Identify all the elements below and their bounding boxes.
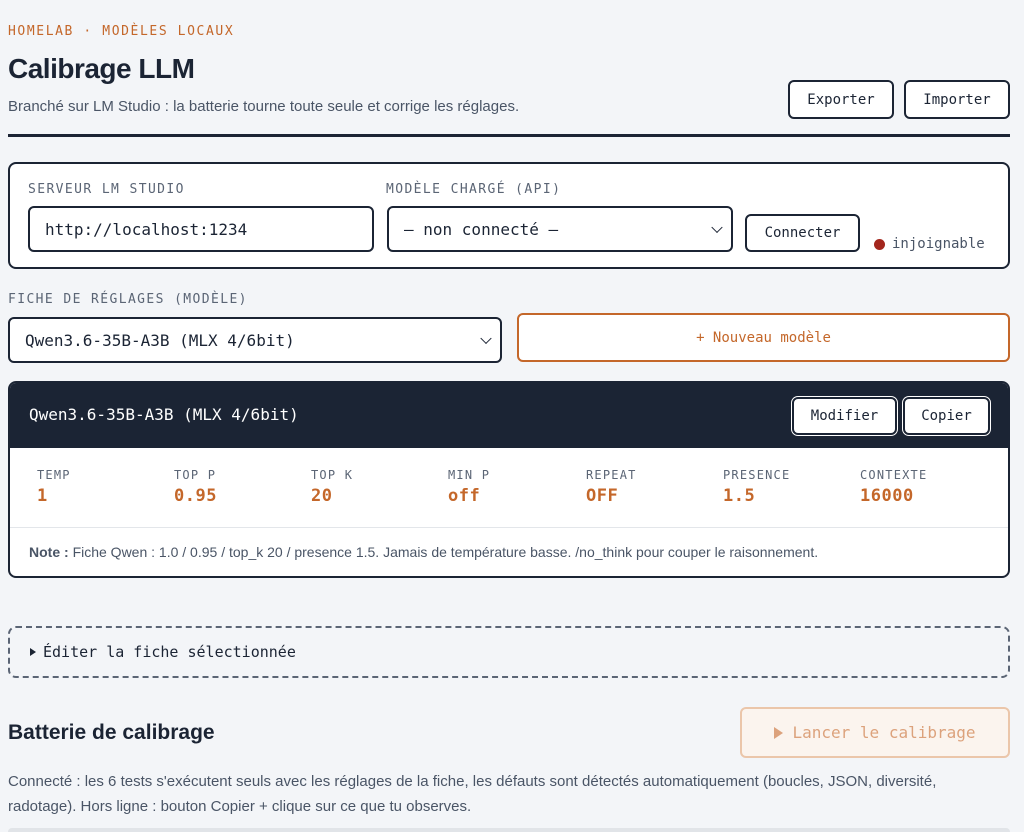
new-model-button[interactable]: + Nouveau modèle <box>517 313 1010 362</box>
profile-name: Qwen3.6-35B-A3B (MLX 4/6bit) <box>29 405 299 424</box>
run-calibration-label: Lancer le calibrage <box>792 723 976 742</box>
param-top-k: TOP K 20 <box>311 468 353 506</box>
chevron-down-icon <box>711 221 723 234</box>
breadcrumb: HOMELAB · MODÈLES LOCAUX <box>8 24 235 39</box>
connect-button[interactable]: Connecter <box>745 214 860 252</box>
param-label: PRESENCE <box>723 468 791 482</box>
battery-title: Batterie de calibrage <box>8 721 215 744</box>
loaded-model-label: MODÈLE CHARGÉ (API) <box>386 182 562 197</box>
param-value: off <box>448 486 481 506</box>
loaded-model-select[interactable]: — non connecté — <box>387 206 733 252</box>
param-value: 16000 <box>860 486 914 506</box>
param-value: 1.5 <box>723 486 756 506</box>
server-url-input[interactable]: http://localhost:1234 <box>28 206 374 252</box>
param-label: TOP K <box>311 468 354 482</box>
param-context: CONTEXTE 16000 <box>860 468 927 506</box>
param-repeat: REPEAT OFF <box>586 468 637 506</box>
triangle-right-icon <box>30 648 36 656</box>
param-label: MIN P <box>448 468 491 482</box>
param-value: OFF <box>586 486 619 506</box>
param-min-p: MIN P off <box>448 468 490 506</box>
profile-select-label: FICHE DE RÉGLAGES (MODÈLE) <box>8 292 248 307</box>
run-calibration-button[interactable]: Lancer le calibrage <box>740 707 1010 758</box>
profile-card: Qwen3.6-35B-A3B (MLX 4/6bit) Modifier Co… <box>8 381 1010 578</box>
param-value: 1 <box>37 486 48 506</box>
loaded-model-value: — non connecté — <box>404 219 559 239</box>
export-button[interactable]: Exporter <box>788 80 894 119</box>
profile-select-value: Qwen3.6-35B-A3B (MLX 4/6bit) <box>25 330 295 350</box>
note-label: Note : <box>29 544 69 560</box>
status-dot-icon <box>874 238 885 250</box>
play-icon <box>774 726 784 739</box>
edit-profile-button[interactable]: Modifier <box>792 397 897 435</box>
page-title: Calibrage LLM <box>8 53 195 84</box>
profile-select[interactable]: Qwen3.6-35B-A3B (MLX 4/6bit) <box>8 317 502 363</box>
copy-profile-button[interactable]: Copier <box>903 397 990 435</box>
status-text: injoignable <box>892 236 985 252</box>
param-label: REPEAT <box>586 468 637 482</box>
param-top-p: TOP P 0.95 <box>174 468 217 506</box>
param-value: 20 <box>311 486 333 506</box>
page-subtitle: Branché sur LM Studio : la batterie tour… <box>8 98 520 115</box>
profile-card-header: Qwen3.6-35B-A3B (MLX 4/6bit) Modifier Co… <box>10 383 1008 448</box>
param-presence: PRESENCE 1.5 <box>723 468 790 506</box>
chevron-down-icon <box>480 332 492 345</box>
profile-note: Note : Fiche Qwen : 1.0 / 0.95 / top_k 2… <box>29 544 818 560</box>
param-temp: TEMP 1 <box>37 468 71 506</box>
header-divider <box>8 134 1010 137</box>
edit-profile-label: Éditer la fiche sélectionnée <box>43 643 296 661</box>
note-text: Fiche Qwen : 1.0 / 0.95 / top_k 20 / pre… <box>72 544 819 560</box>
param-label: TEMP <box>37 468 71 482</box>
edit-profile-toggle[interactable]: Éditer la fiche sélectionnée <box>8 626 1010 678</box>
param-value: 0.95 <box>174 486 217 506</box>
import-button[interactable]: Importer <box>904 80 1010 119</box>
param-label: CONTEXTE <box>860 468 928 482</box>
next-panel-edge <box>8 828 1010 832</box>
server-panel: SERVEUR LM STUDIO http://localhost:1234 … <box>8 162 1010 269</box>
profile-divider <box>10 527 1008 528</box>
connection-status: injoignable <box>874 236 985 252</box>
param-label: TOP P <box>174 468 217 482</box>
server-label: SERVEUR LM STUDIO <box>28 182 185 197</box>
battery-description: Connecté : les 6 tests s'exécutent seuls… <box>8 773 937 815</box>
